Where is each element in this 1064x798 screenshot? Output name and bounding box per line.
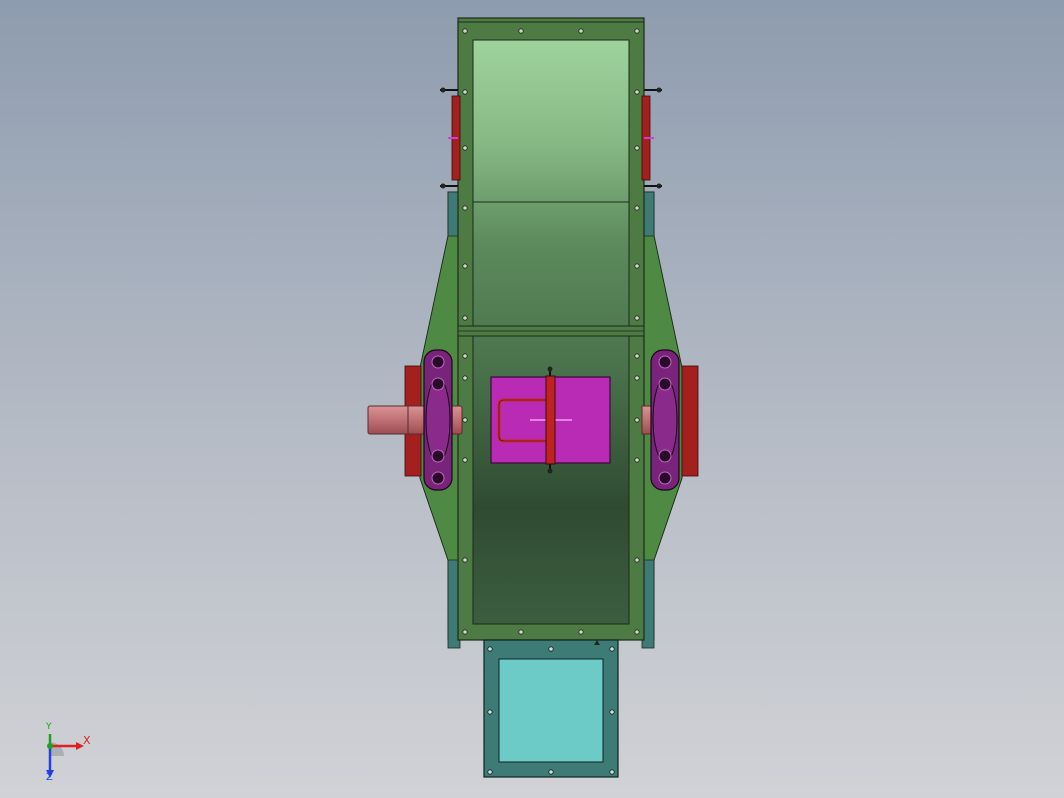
cad-viewport[interactable] <box>0 0 1064 798</box>
bearing-housing-right[interactable] <box>650 349 680 491</box>
bearing-housing-left[interactable] <box>423 349 453 491</box>
triad-y-label: Y <box>46 722 52 732</box>
bracket-right[interactable] <box>681 365 699 477</box>
upper-bracket-right[interactable] <box>641 87 662 189</box>
triad-z-label: Z <box>46 772 53 783</box>
upper-bracket-left[interactable] <box>440 87 461 189</box>
outlet-opening <box>498 658 604 763</box>
inspection-door[interactable] <box>490 366 611 474</box>
orientation-triad: X Y Z <box>36 722 106 788</box>
triad-x-label: X <box>83 734 91 747</box>
